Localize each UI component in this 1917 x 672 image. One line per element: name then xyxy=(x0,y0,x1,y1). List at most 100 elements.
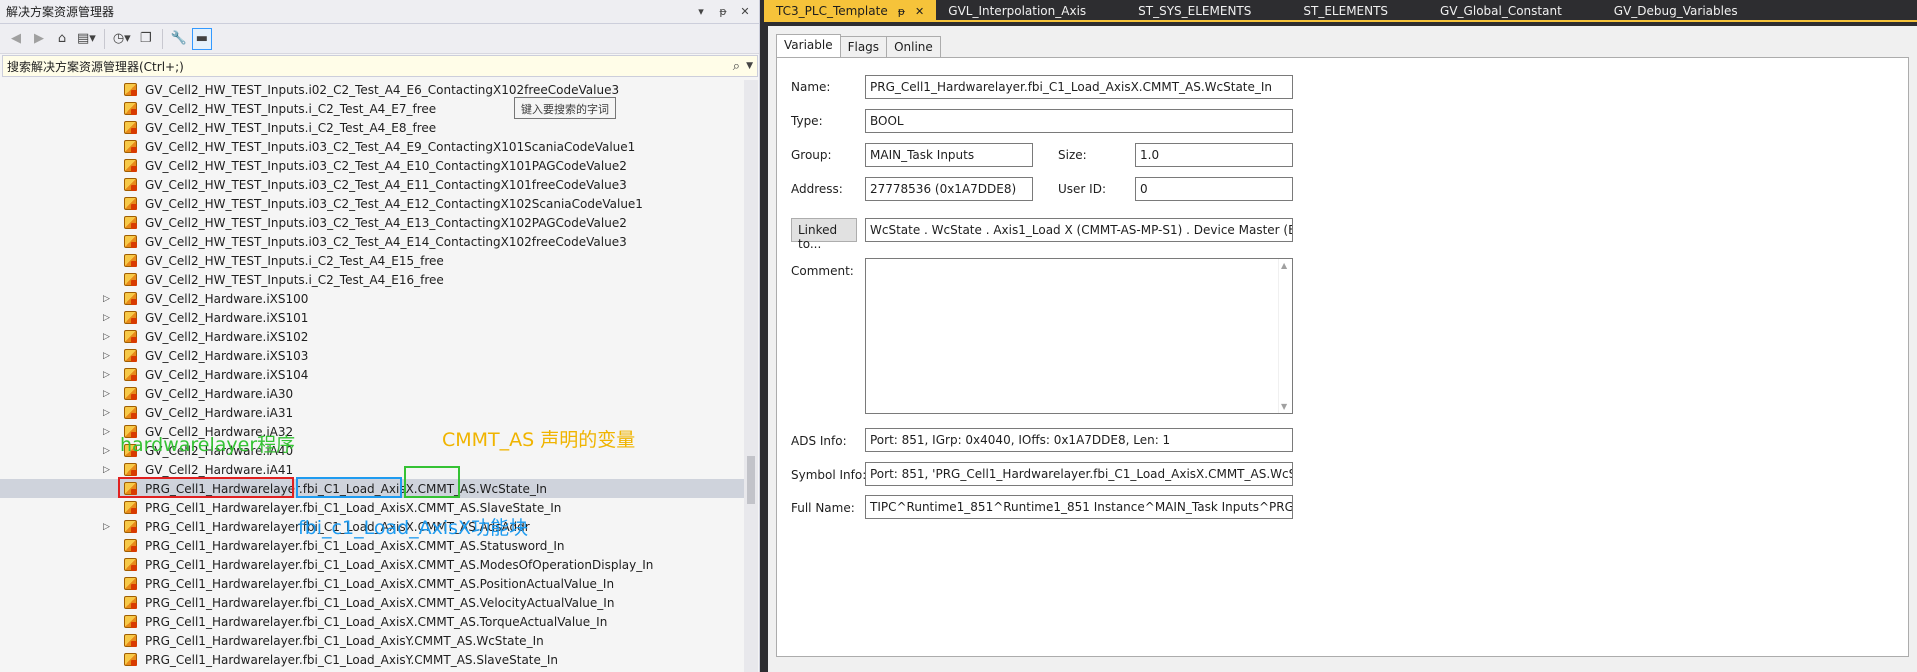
tree-item[interactable]: GV_Cell2_HW_TEST_Inputs.i03_C2_Test_A4_E… xyxy=(0,156,744,175)
address-field[interactable]: 27778536 (0x1A7DDE8) xyxy=(865,177,1033,201)
tree-item[interactable]: ▷ GV_Cell2_Hardware.iXS101 xyxy=(0,308,744,327)
tab-label: ST_SYS_ELEMENTS xyxy=(1138,4,1252,18)
forward-icon[interactable]: ▶ xyxy=(29,28,49,50)
tree-item-label: PRG_Cell1_Hardwarelayer.fbi_C1_Load_Axis… xyxy=(145,557,654,572)
tab-label: TC3_PLC_Template xyxy=(776,4,888,18)
expand-arrow-icon[interactable]: ▷ xyxy=(103,427,113,437)
tab-gvl-interpolation-axis[interactable]: GVL_Interpolation_Axis xyxy=(936,0,1098,22)
pending-changes-filter-icon[interactable]: ◷▾ xyxy=(111,28,133,50)
expand-arrow-icon[interactable]: ▷ xyxy=(103,408,113,418)
tree-item[interactable]: GV_Cell2_HW_TEST_Inputs.i_C2_Test_A4_E8_… xyxy=(0,118,744,137)
collapse-all-icon[interactable]: ❐ xyxy=(136,28,156,50)
variable-form: Name: PRG_Cell1_Hardwarelayer.fbi_C1_Loa… xyxy=(776,57,1909,657)
group-field[interactable]: MAIN_Task Inputs xyxy=(865,143,1033,167)
tree-item[interactable]: GV_Cell2_HW_TEST_Inputs.i_C2_Test_A4_E16… xyxy=(0,270,744,289)
tree-item[interactable]: ▷ GV_Cell2_Hardware.iXS100 xyxy=(0,289,744,308)
expand-arrow-icon[interactable]: ▷ xyxy=(103,294,113,304)
scroll-down-icon[interactable]: ▼ xyxy=(1281,402,1287,411)
tree-item[interactable]: GV_Cell2_HW_TEST_Inputs.i_C2_Test_A4_E7_… xyxy=(0,99,744,118)
search-icon[interactable]: ⌕ xyxy=(733,59,740,74)
solution-tree: GV_Cell2_HW_TEST_Inputs.i02_C2_Test_A4_E… xyxy=(0,80,744,672)
back-icon[interactable]: ◀ xyxy=(6,28,26,50)
tree-item[interactable]: GV_Cell2_HW_TEST_Inputs.i02_C2_Test_A4_E… xyxy=(0,80,744,99)
annotation-fbi: fbi_c1_Load_AxisX功能块 xyxy=(298,517,529,539)
tree-item-label: GV_Cell2_HW_TEST_Inputs.i03_C2_Test_A4_E… xyxy=(145,215,627,230)
close-icon[interactable]: ✕ xyxy=(737,5,753,18)
tree-item[interactable]: ▷ GV_Cell2_Hardware.iXS102 xyxy=(0,327,744,346)
comment-textarea[interactable]: ▲ ▼ xyxy=(865,258,1293,414)
tab-variable[interactable]: Variable xyxy=(776,34,841,58)
scrollbar-thumb[interactable] xyxy=(747,456,755,504)
variable-link-icon xyxy=(124,577,137,590)
annotation-hardwarelayer: hardwarelayer程序 xyxy=(120,434,296,456)
variable-link-icon xyxy=(124,197,137,210)
tree-item-label: PRG_Cell1_Hardwarelayer.fbi_C1_Load_Axis… xyxy=(145,538,565,553)
tab-flags[interactable]: Flags xyxy=(839,36,888,58)
variable-link-icon xyxy=(124,273,137,286)
tree-vertical-scrollbar[interactable] xyxy=(744,80,758,672)
linked-to-field[interactable]: WcState . WcState . Axis1_Load X (CMMT-A… xyxy=(865,218,1293,242)
tree-item[interactable]: GV_Cell2_HW_TEST_Inputs.i03_C2_Test_A4_E… xyxy=(0,137,744,156)
expand-arrow-icon[interactable]: ▷ xyxy=(103,389,113,399)
symbol-info-field[interactable]: Port: 851, 'PRG_Cell1_Hardwarelayer.fbi_… xyxy=(865,462,1293,486)
expand-arrow-icon[interactable]: ▷ xyxy=(103,332,113,342)
full-name-field[interactable]: TIPC^Runtime1_851^Runtime1_851 Instance^… xyxy=(865,495,1293,519)
expand-arrow-icon[interactable]: ▷ xyxy=(103,446,113,456)
pin-icon[interactable]: ᵽ xyxy=(898,5,905,18)
tab-label: GV_Global_Constant xyxy=(1440,4,1562,18)
ads-info-field[interactable]: Port: 851, IGrp: 0x4040, IOffs: 0x1A7DDE… xyxy=(865,428,1293,452)
size-field[interactable]: 1.0 xyxy=(1135,143,1293,167)
expand-arrow-icon[interactable]: ▷ xyxy=(103,465,113,475)
variable-link-icon xyxy=(124,653,137,666)
variable-link-icon xyxy=(124,140,137,153)
type-field[interactable]: BOOL xyxy=(865,109,1293,133)
tree-item[interactable]: PRG_Cell1_Hardwarelayer.fbi_C1_Load_Axis… xyxy=(0,555,744,574)
tree-item-label: GV_Cell2_Hardware.iXS102 xyxy=(145,329,309,344)
tree-item[interactable]: PRG_Cell1_Hardwarelayer.fbi_C1_Load_Axis… xyxy=(0,631,744,650)
expand-arrow-icon[interactable]: ▷ xyxy=(103,522,113,532)
close-icon[interactable]: ✕ xyxy=(915,5,924,18)
tree-item[interactable]: GV_Cell2_HW_TEST_Inputs.i03_C2_Test_A4_E… xyxy=(0,232,744,251)
tab-tc3-plc-template[interactable]: TC3_PLC_Template ᵽ ✕ xyxy=(764,0,937,22)
tree-item[interactable]: PRG_Cell1_Hardwarelayer.fbi_C1_Load_Axis… xyxy=(0,593,744,612)
search-input[interactable]: 搜索解决方案资源管理器(Ctrl+;) ⌕ ▼ xyxy=(2,55,758,77)
home-icon[interactable]: ⌂ xyxy=(52,28,72,50)
userid-field[interactable]: 0 xyxy=(1135,177,1293,201)
scroll-up-icon[interactable]: ▲ xyxy=(1281,261,1287,270)
tab-gv-debug-variables[interactable]: GV_Debug_Variables xyxy=(1602,0,1750,22)
pin-icon[interactable]: ᵽ xyxy=(715,5,731,18)
properties-wrench-icon[interactable]: 🔧 xyxy=(169,28,189,50)
tree-item[interactable]: ▷ GV_Cell2_Hardware.iA31 xyxy=(0,403,744,422)
tree-item[interactable]: GV_Cell2_HW_TEST_Inputs.i_C2_Test_A4_E15… xyxy=(0,251,744,270)
window-position-dropdown-icon[interactable]: ▾ xyxy=(693,5,709,18)
tree-item[interactable]: GV_Cell2_HW_TEST_Inputs.i03_C2_Test_A4_E… xyxy=(0,175,744,194)
variable-link-icon xyxy=(124,387,137,400)
search-options-dropdown-icon[interactable]: ▼ xyxy=(746,61,753,71)
search-tooltip: 键入要搜索的字词 xyxy=(514,97,616,119)
tree-item[interactable]: PRG_Cell1_Hardwarelayer.fbi_C1_Load_Axis… xyxy=(0,574,744,593)
variable-link-icon xyxy=(124,539,137,552)
tree-item[interactable]: ▷ GV_Cell2_Hardware.iXS103 xyxy=(0,346,744,365)
variable-link-icon xyxy=(124,463,137,476)
tab-online[interactable]: Online xyxy=(886,36,941,58)
tree-item[interactable]: ▷ GV_Cell2_Hardware.iXS104 xyxy=(0,365,744,384)
switch-views-icon[interactable]: ▤▾ xyxy=(75,28,98,50)
name-field[interactable]: PRG_Cell1_Hardwarelayer.fbi_C1_Load_Axis… xyxy=(865,75,1293,99)
tab-label: ST_ELEMENTS xyxy=(1303,4,1389,18)
tree-item[interactable]: GV_Cell2_HW_TEST_Inputs.i03_C2_Test_A4_E… xyxy=(0,213,744,232)
expand-arrow-icon[interactable]: ▷ xyxy=(103,313,113,323)
preview-selected-icon[interactable]: ▬ xyxy=(191,27,212,50)
tab-st-sys-elements[interactable]: ST_SYS_ELEMENTS xyxy=(1126,0,1263,22)
tree-item[interactable]: PRG_Cell1_Hardwarelayer.fbi_C1_Load_Axis… xyxy=(0,650,744,669)
linked-to-button[interactable]: Linked to... xyxy=(791,218,857,251)
expand-arrow-icon[interactable]: ▷ xyxy=(103,351,113,361)
tree-item[interactable]: ▷ GV_Cell2_Hardware.iA30 xyxy=(0,384,744,403)
tab-st-elements[interactable]: ST_ELEMENTS xyxy=(1291,0,1400,22)
comment-scrollbar[interactable]: ▲ ▼ xyxy=(1278,259,1292,413)
variable-link-icon xyxy=(124,406,137,419)
tab-gv-global-constant[interactable]: GV_Global_Constant xyxy=(1428,0,1574,22)
expand-arrow-icon[interactable]: ▷ xyxy=(103,370,113,380)
type-label: Type: xyxy=(791,114,823,128)
tree-item[interactable]: PRG_Cell1_Hardwarelayer.fbi_C1_Load_Axis… xyxy=(0,612,744,631)
tree-item[interactable]: GV_Cell2_HW_TEST_Inputs.i03_C2_Test_A4_E… xyxy=(0,194,744,213)
